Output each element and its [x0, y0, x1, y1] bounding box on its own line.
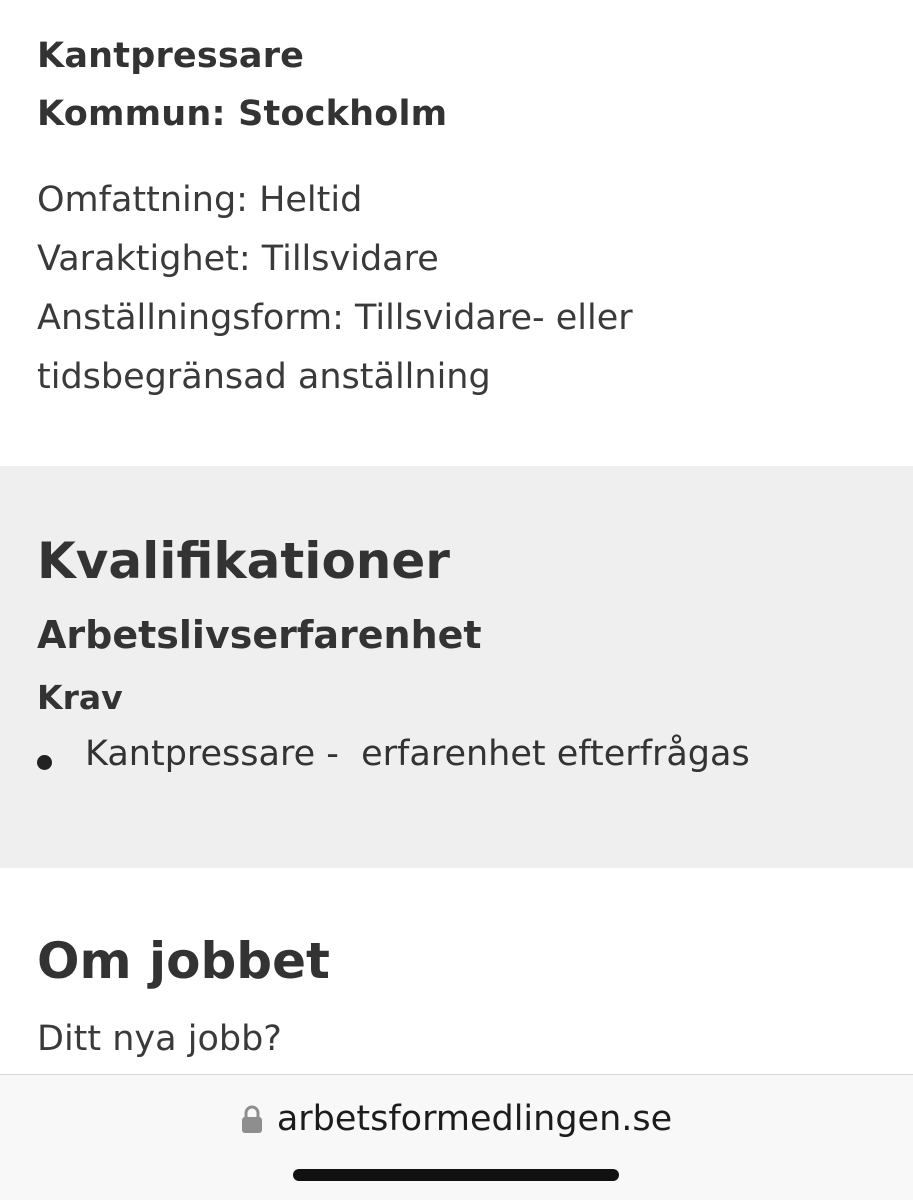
detail-omfattning: Omfattning: Heltid [37, 180, 363, 220]
job-title: Kantpressare [37, 36, 305, 76]
job-municipality: Kommun: Stockholm [37, 94, 448, 134]
url-text[interactable]: arbetsformedlingen.se [277, 1099, 672, 1139]
qualifications-section: Kvalifikationer Arbetslivserfarenhet Kra… [0, 466, 913, 868]
bullet-icon [37, 755, 52, 770]
detail-anstallningsform-cont: tidsbegränsad anställning [37, 357, 491, 397]
detail-varaktighet: Varaktighet: Tillsvidare [37, 239, 439, 279]
page: Kantpressare Kommun: Stockholm Omfattnin… [0, 0, 913, 1200]
job-summary: Kantpressare Kommun: Stockholm Omfattnin… [0, 0, 913, 466]
requirement-label: Krav [37, 678, 123, 717]
about-heading: Om jobbet [37, 932, 330, 990]
about-text: Ditt nya jobb? [37, 1019, 282, 1059]
detail-anstallningsform: Anställningsform: Tillsvidare- eller [37, 298, 633, 338]
requirement-item-text: Kantpressare - erfarenhet efterfrågas [85, 734, 750, 774]
experience-subheading: Arbetslivserfarenhet [37, 613, 482, 657]
browser-bottom-bar: arbetsformedlingen.se [0, 1074, 913, 1200]
home-indicator[interactable] [293, 1169, 619, 1181]
address-bar[interactable]: arbetsformedlingen.se [0, 1099, 913, 1149]
lock-icon [241, 1104, 263, 1134]
about-job-section: Om jobbet Ditt nya jobb? [0, 868, 913, 1074]
qualifications-heading: Kvalifikationer [37, 532, 450, 590]
